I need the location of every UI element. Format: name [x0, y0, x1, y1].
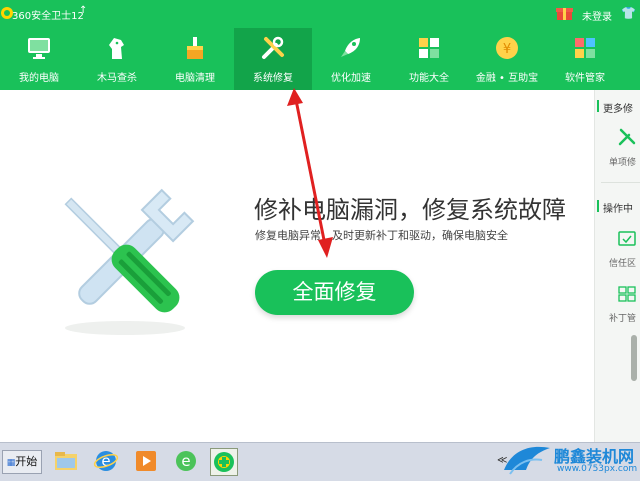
- watermark-url: www.0753px.com: [557, 464, 638, 474]
- media-player-icon[interactable]: [133, 448, 159, 474]
- file-explorer-icon[interactable]: [53, 448, 79, 474]
- 360-security-icon[interactable]: [210, 448, 238, 476]
- windows-logo-icon: ▦: [6, 458, 16, 468]
- internet-explorer-icon[interactable]: e: [93, 448, 119, 474]
- annotation-arrow: [287, 88, 333, 258]
- svg-text:e: e: [181, 452, 190, 470]
- secure-browser-icon[interactable]: e: [173, 448, 199, 474]
- watermark-logo: [504, 446, 550, 475]
- start-label: 开始: [15, 455, 38, 468]
- start-button[interactable]: ▦开始: [2, 450, 42, 474]
